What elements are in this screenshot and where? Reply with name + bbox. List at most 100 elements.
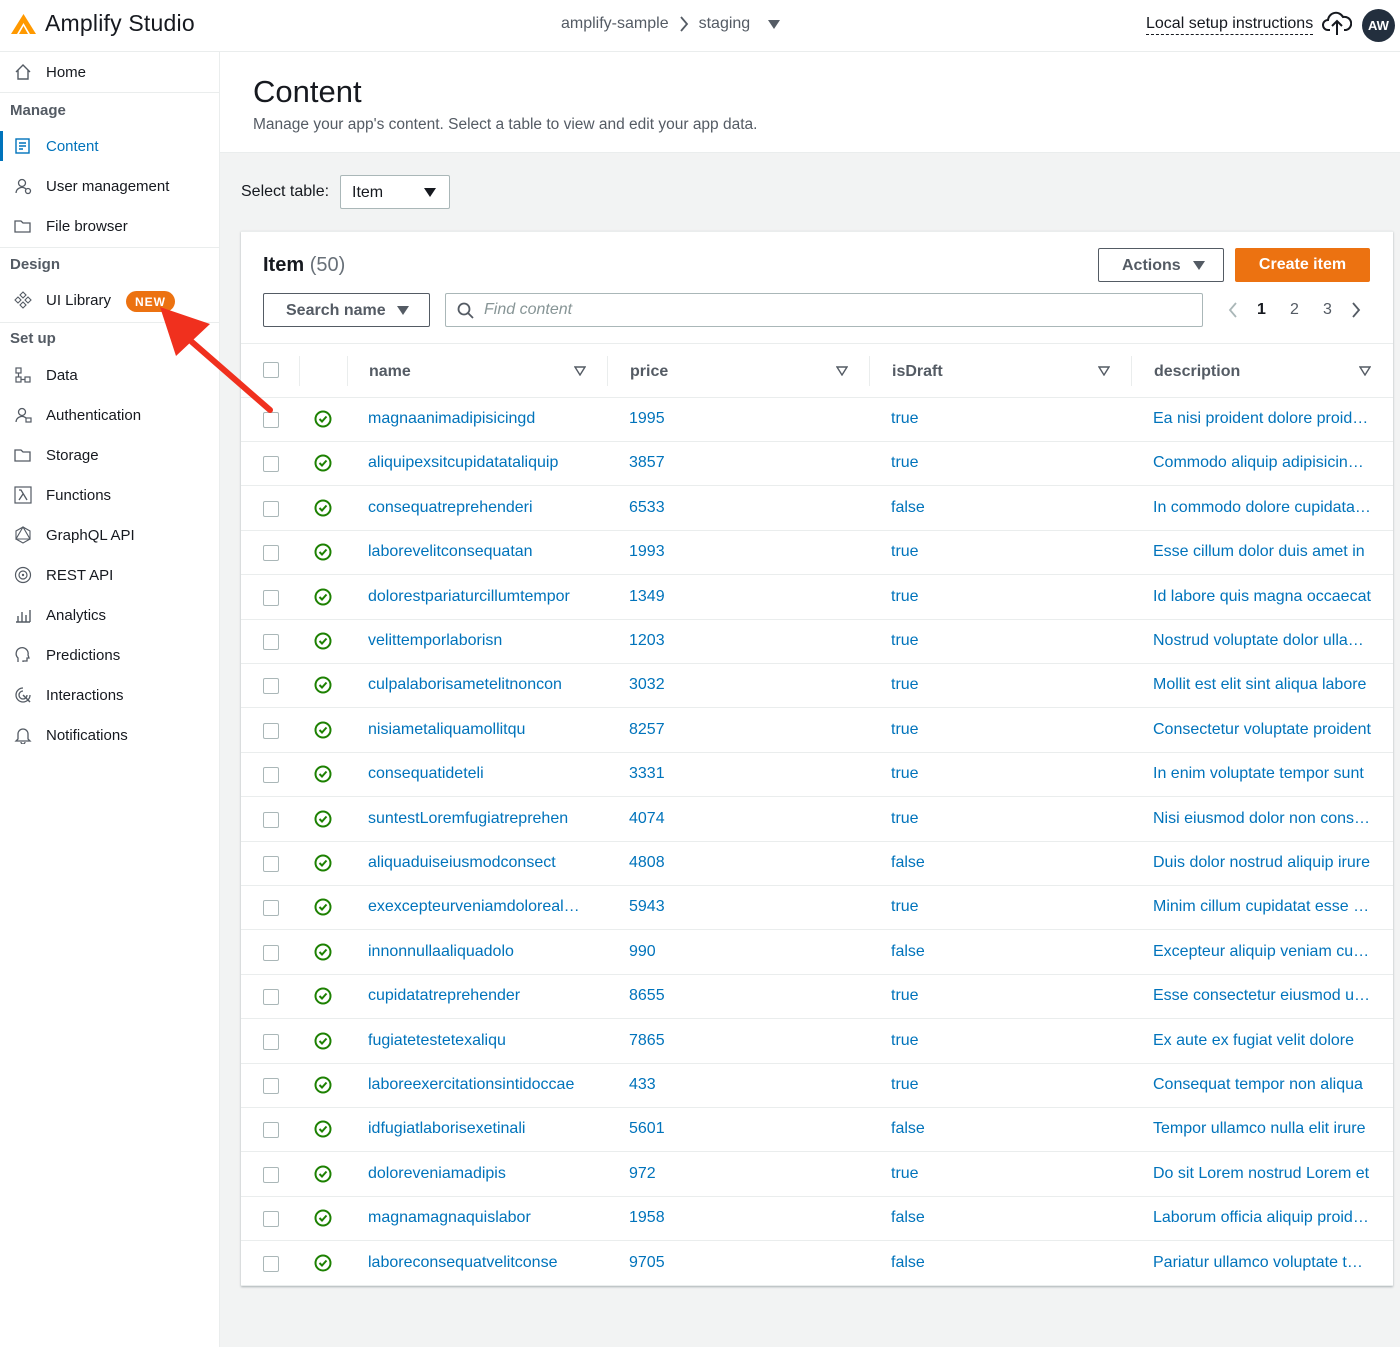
cell-name[interactable]: consequatideteli [368, 765, 580, 783]
cell-isdraft[interactable]: true [891, 810, 1091, 828]
table-row[interactable]: magnaanimadipisicingd 1995 true Ea nisi pro… [241, 398, 1393, 442]
sidebar-item-home[interactable]: Home [0, 54, 219, 90]
cell-isdraft[interactable]: false [891, 854, 1091, 872]
row-checkbox[interactable] [263, 1211, 279, 1228]
table-row[interactable]: laborevelitconsequatan 1993 true Esse cillu… [241, 531, 1393, 576]
sidebar-item-user-management[interactable]: User management [0, 168, 219, 204]
sort-icon[interactable] [836, 366, 848, 376]
row-checkbox[interactable] [263, 1122, 279, 1139]
cell-name[interactable]: doloreveniamadipis [368, 1165, 580, 1183]
row-checkbox[interactable] [263, 545, 279, 562]
cell-isdraft[interactable]: false [891, 499, 1091, 517]
table-row[interactable]: fugiatetestetexaliqu 7865 true Ex aute ex f… [241, 1020, 1393, 1064]
cell-isdraft[interactable]: true [891, 1076, 1091, 1094]
row-checkbox[interactable] [263, 989, 279, 1006]
cell-description[interactable]: Ea nisi proident dolore proident [1153, 410, 1371, 428]
page-3[interactable]: 3 [1311, 301, 1344, 319]
cell-price[interactable]: 5601 [629, 1120, 829, 1138]
sidebar-item-rest-api[interactable]: REST API [0, 557, 219, 593]
cell-isdraft[interactable]: false [891, 943, 1091, 961]
sidebar-item-storage[interactable]: Storage [0, 437, 219, 473]
row-checkbox[interactable] [263, 1255, 279, 1272]
cell-isdraft[interactable]: true [891, 543, 1091, 561]
cell-description[interactable]: Minim cillum cupidatat esse est [1153, 898, 1371, 916]
table-row[interactable]: laboreexercitationsintidoccae 433 true Cons… [241, 1064, 1393, 1108]
cell-description[interactable]: Tempor ullamco nulla elit irure [1153, 1120, 1371, 1138]
table-row[interactable]: dolorestpariaturcillumtempor 1349 true Id l… [241, 576, 1393, 620]
cell-price[interactable]: 9705 [629, 1254, 829, 1272]
sidebar-item-file-browser[interactable]: File browser [0, 208, 219, 244]
cell-isdraft[interactable]: true [891, 410, 1091, 428]
cell-isdraft[interactable]: false [891, 1254, 1091, 1272]
cell-description[interactable]: In enim voluptate tempor sunt [1153, 765, 1371, 783]
create-item-button[interactable]: Create item [1235, 248, 1370, 282]
sidebar-item-functions[interactable]: Functions [0, 477, 219, 513]
cell-price[interactable]: 3331 [629, 765, 829, 783]
breadcrumb-env[interactable]: staging [699, 15, 751, 33]
cell-name[interactable]: laborevelitconsequatan [368, 543, 580, 561]
row-checkbox[interactable] [263, 900, 279, 917]
column-header-isdraft[interactable]: isDraft [892, 363, 943, 381]
page-2[interactable]: 2 [1278, 301, 1311, 319]
cell-description[interactable]: Duis dolor nostrud aliquip irure [1153, 854, 1371, 872]
cell-isdraft[interactable]: false [891, 1209, 1091, 1227]
sidebar-item-interactions[interactable]: Interactions [0, 677, 219, 713]
table-select[interactable]: Item [340, 175, 450, 209]
table-row[interactable]: exexcepteurveniamdolorealiqu 5943 true Mini… [241, 886, 1393, 931]
row-checkbox[interactable] [263, 1033, 279, 1050]
cell-price[interactable]: 6533 [629, 499, 829, 517]
row-checkbox[interactable] [263, 678, 279, 695]
row-checkbox[interactable] [263, 1166, 279, 1183]
cell-name[interactable]: laboreexercitationsintidoccae [368, 1076, 580, 1094]
cell-description[interactable]: Consectetur voluptate proident [1153, 721, 1371, 739]
cell-description[interactable]: Mollit est elit sint aliqua labore [1153, 676, 1371, 694]
env-dropdown-icon[interactable] [768, 19, 781, 29]
cell-name[interactable]: aliquipexsitcupidatataliquip [368, 454, 580, 472]
brand[interactable]: Amplify Studio [10, 10, 195, 37]
cell-price[interactable]: 433 [629, 1076, 829, 1094]
cell-isdraft[interactable]: false [891, 1120, 1091, 1138]
cell-isdraft[interactable]: true [891, 898, 1091, 916]
cell-name[interactable]: innonnullaaliquadolo [368, 943, 580, 961]
cell-description[interactable]: Consequat tempor non aliqua [1153, 1076, 1371, 1094]
cell-description[interactable]: Id labore quis magna occaecat [1153, 588, 1371, 606]
row-checkbox[interactable] [263, 767, 279, 784]
sidebar-item-notifications[interactable]: Notifications [0, 717, 219, 753]
user-avatar[interactable]: AW [1362, 9, 1395, 42]
cell-isdraft[interactable]: true [891, 588, 1091, 606]
cell-name[interactable]: idfugiatlaborisexetinali [368, 1120, 580, 1138]
cell-name[interactable]: magnamagnaquislabor [368, 1209, 580, 1227]
table-row[interactable]: doloreveniamadipis 972 true Do sit Lorem no… [241, 1153, 1393, 1197]
table-row[interactable]: laboreconsequatvelitconse 9705 false Pariat… [241, 1242, 1393, 1286]
row-checkbox[interactable] [263, 811, 279, 828]
cell-description[interactable]: Esse cillum dolor duis amet in [1153, 543, 1371, 561]
sidebar-item-predictions[interactable]: Predictions [0, 637, 219, 673]
table-row[interactable]: culpalaborisametelitnoncon 3032 true Mollit… [241, 664, 1393, 709]
cell-price[interactable]: 1995 [629, 410, 829, 428]
cell-description[interactable]: Pariatur ullamco voluptate tempor [1153, 1254, 1371, 1272]
cell-name[interactable]: velittemporlaborisn [368, 632, 580, 650]
table-row[interactable]: idfugiatlaborisexetinali 5601 false Tempor … [241, 1108, 1393, 1153]
sidebar-item-content[interactable]: Content [0, 128, 219, 164]
cell-price[interactable]: 4808 [629, 854, 829, 872]
cell-isdraft[interactable]: true [891, 1165, 1091, 1183]
cell-price[interactable]: 5943 [629, 898, 829, 916]
cell-price[interactable]: 1203 [629, 632, 829, 650]
column-header-description[interactable]: description [1154, 363, 1240, 381]
row-checkbox[interactable] [263, 589, 279, 606]
cell-isdraft[interactable]: true [891, 987, 1091, 1005]
table-row[interactable]: cupidatatreprehender 8655 true Esse consect… [241, 975, 1393, 1020]
local-setup-link[interactable]: Local setup instructions [1146, 15, 1314, 35]
cell-price[interactable]: 4074 [629, 810, 829, 828]
sort-icon[interactable] [574, 366, 586, 376]
sidebar-item-graphql-api[interactable]: GraphQL API [0, 517, 219, 553]
cell-name[interactable]: consequatreprehenderi [368, 499, 580, 517]
cell-name[interactable]: fugiatetestetexaliqu [368, 1032, 580, 1050]
cell-price[interactable]: 3032 [629, 676, 829, 694]
cell-name[interactable]: suntestLoremfugiatreprehen [368, 810, 580, 828]
table-row[interactable]: innonnullaaliquadolo 990 false Excepteur al… [241, 931, 1393, 975]
cell-name[interactable]: laboreconsequatvelitconse [368, 1254, 580, 1272]
cell-description[interactable]: In commodo dolore cupidatat est [1153, 499, 1371, 517]
sort-icon[interactable] [1359, 366, 1371, 376]
cell-price[interactable]: 1993 [629, 543, 829, 561]
